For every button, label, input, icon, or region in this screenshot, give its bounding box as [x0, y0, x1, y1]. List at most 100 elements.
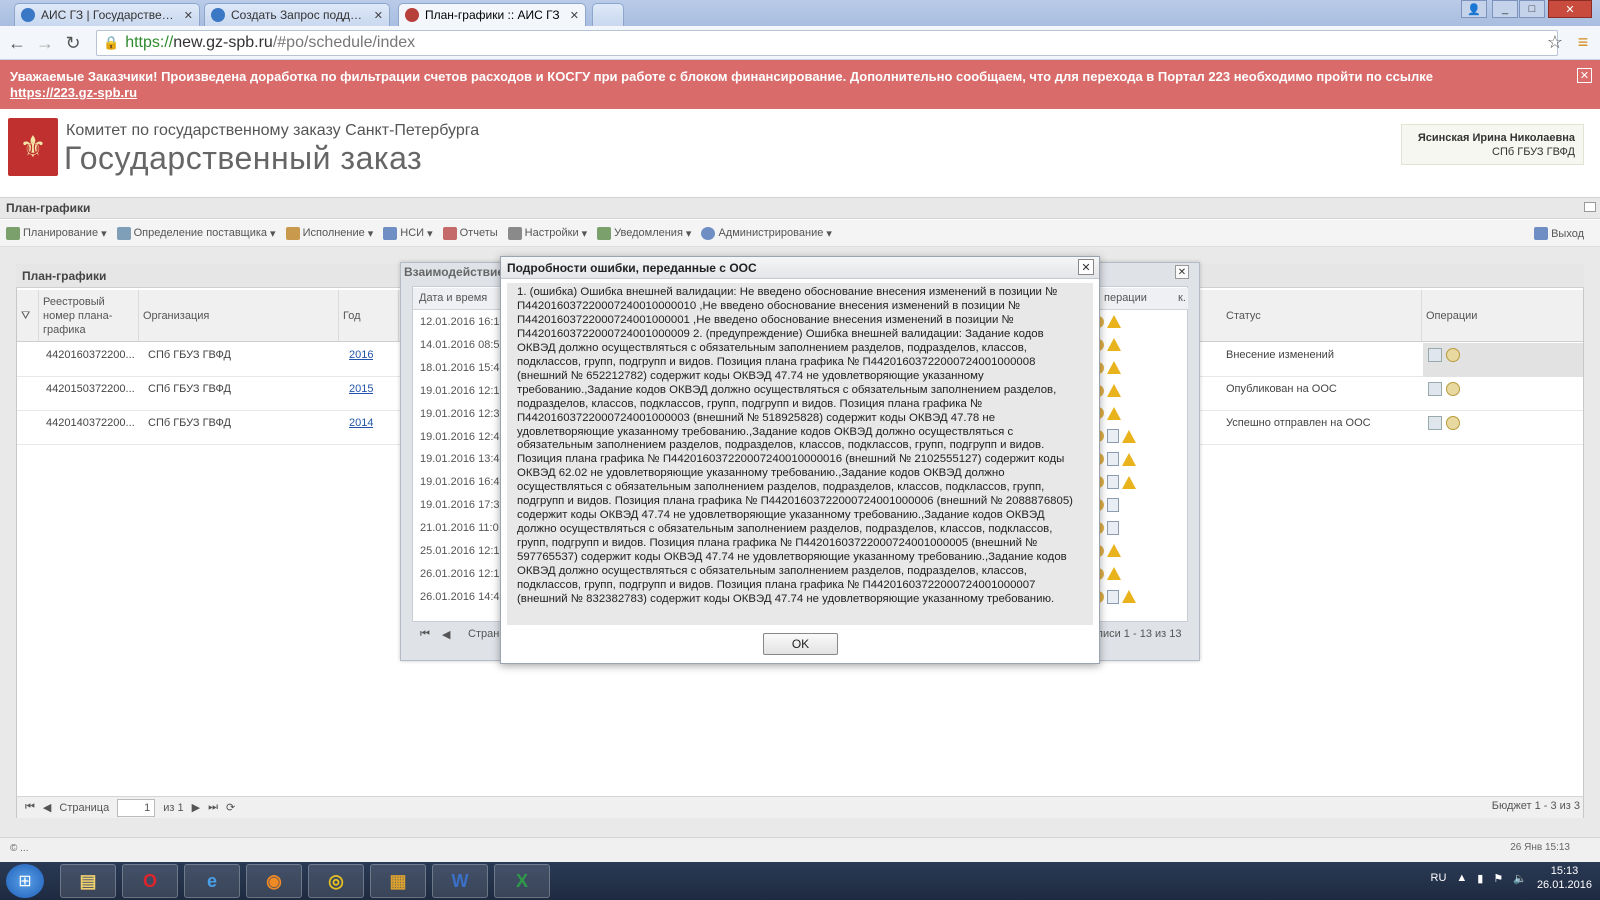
tray-expand-icon[interactable]: ▲: [1456, 872, 1467, 884]
document-icon[interactable]: [1107, 589, 1119, 604]
prev-page-icon[interactable]: ◀: [442, 628, 450, 641]
year-link[interactable]: 2015: [349, 383, 373, 395]
year-link[interactable]: 2014: [349, 417, 373, 429]
explorer-icon[interactable]: ▤: [60, 864, 116, 898]
chrome-icon[interactable]: ◎: [308, 864, 364, 898]
banner-close-icon[interactable]: ✕: [1577, 68, 1592, 83]
filter-icon[interactable]: ⛛: [17, 290, 39, 342]
document-icon[interactable]: [1428, 348, 1442, 362]
opera-icon[interactable]: O: [122, 864, 178, 898]
warning-icon[interactable]: [1122, 452, 1136, 466]
year-link[interactable]: 2016: [349, 349, 373, 361]
document-icon[interactable]: [1107, 475, 1119, 490]
document-icon[interactable]: [1107, 520, 1119, 535]
warning-icon[interactable]: [1107, 406, 1121, 420]
window-close-icon[interactable]: ✕: [1548, 0, 1592, 18]
row-number: 4420140372200...: [46, 417, 135, 429]
emblem-icon[interactable]: [1446, 348, 1460, 362]
col-org[interactable]: Организация: [139, 290, 339, 342]
emblem-icon[interactable]: [1446, 416, 1460, 430]
warning-icon[interactable]: [1107, 361, 1121, 375]
close-tab-icon[interactable]: ✕: [374, 9, 383, 22]
document-icon[interactable]: [1428, 382, 1442, 396]
col-ops[interactable]: Операции: [1422, 290, 1583, 342]
document-icon[interactable]: [1107, 498, 1119, 513]
menu-notifications[interactable]: Уведомления ▾: [597, 226, 691, 240]
col-number[interactable]: Реестровый номер плана-графика: [39, 290, 139, 342]
dialog-close-icon[interactable]: ✕: [1078, 259, 1094, 275]
language-indicator[interactable]: RU: [1431, 872, 1447, 884]
word-icon[interactable]: W: [432, 864, 488, 898]
portal-223-link[interactable]: https://223.gz-spb.ru: [10, 85, 137, 100]
forward-icon[interactable]: →: [34, 32, 56, 54]
interaction-date: 21.01.2016 11:0: [420, 522, 499, 535]
first-page-icon[interactable]: ⏮: [420, 628, 430, 641]
document-icon[interactable]: [1107, 429, 1119, 444]
archive-icon[interactable]: ▦: [370, 864, 426, 898]
menu-planning[interactable]: Планирование ▾: [6, 226, 107, 240]
dialog-title: Подробности ошибки, переданные с ООС: [501, 257, 1099, 279]
browser-tab-1[interactable]: АИС ГЗ | Государственны ✕: [14, 3, 200, 26]
prev-page-icon[interactable]: ◀: [43, 801, 51, 814]
flag-icon[interactable]: ⚑: [1493, 872, 1503, 885]
new-tab-button[interactable]: [592, 3, 624, 26]
close-tab-icon[interactable]: ✕: [570, 9, 579, 22]
page-input[interactable]: 1: [117, 798, 156, 817]
col-status[interactable]: Статус: [1222, 290, 1422, 342]
bookmark-star-icon[interactable]: ☆: [1544, 31, 1566, 53]
warning-icon[interactable]: [1107, 315, 1121, 329]
reload-icon[interactable]: ↻: [62, 32, 84, 54]
excel-icon[interactable]: X: [494, 864, 550, 898]
browser-tab-3[interactable]: План-графики :: АИС ГЗ ✕: [398, 3, 586, 26]
logout-button[interactable]: Выход: [1534, 227, 1584, 240]
next-page-icon[interactable]: ▶: [192, 801, 200, 814]
user-icon[interactable]: 👤: [1461, 0, 1487, 18]
warning-icon[interactable]: [1107, 544, 1121, 558]
document-icon[interactable]: [1428, 416, 1442, 430]
menu-supplier[interactable]: Определение поставщика ▾: [116, 226, 276, 240]
user-name: Ясинская Ирина Николаевна: [1417, 132, 1575, 144]
minimize-icon[interactable]: _: [1492, 0, 1518, 18]
browser-tab-2[interactable]: Создать Запрос поддерж ✕: [204, 3, 390, 26]
row-ops: [1428, 416, 1464, 433]
report-icon: [442, 226, 457, 240]
menu-settings[interactable]: Настройки ▾: [507, 226, 587, 240]
volume-icon[interactable]: 🔈: [1513, 872, 1527, 885]
logout-icon: [1534, 227, 1549, 240]
notice-banner: Уважаемые Заказчики! Произведена доработ…: [0, 60, 1600, 109]
col-year[interactable]: Год: [339, 290, 399, 342]
interaction-date: 19.01.2016 12:4: [420, 430, 500, 443]
warning-icon[interactable]: [1107, 567, 1121, 581]
firefox-icon[interactable]: ◉: [246, 864, 302, 898]
clock[interactable]: 15:13 26.01.2016: [1537, 864, 1592, 892]
menu-execution[interactable]: Исполнение ▾: [285, 226, 373, 240]
ie-icon[interactable]: e: [184, 864, 240, 898]
collapse-icon[interactable]: [1584, 202, 1596, 212]
maximize-icon[interactable]: □: [1519, 0, 1545, 18]
first-page-icon[interactable]: ⏮: [25, 801, 35, 814]
row-org: СПб ГБУЗ ГВФД: [148, 383, 231, 395]
menu-icon[interactable]: ≡: [1572, 31, 1594, 53]
warning-icon[interactable]: [1122, 590, 1136, 604]
menu-admin[interactable]: Администрирование ▾: [701, 226, 832, 240]
ok-button[interactable]: OK: [763, 633, 838, 655]
close-tab-icon[interactable]: ✕: [184, 9, 193, 22]
back-icon[interactable]: ←: [6, 32, 28, 54]
menu-reports[interactable]: Отчеты: [442, 226, 498, 240]
address-bar[interactable]: 🔒 https://new.gz-spb.ru/#po/schedule/ind…: [96, 30, 1558, 56]
refresh-icon[interactable]: ⟳: [226, 801, 235, 814]
warning-icon[interactable]: [1107, 338, 1121, 352]
warning-icon[interactable]: [1122, 429, 1136, 443]
col-ops[interactable]: перации: [1098, 288, 1178, 310]
emblem-icon[interactable]: [1446, 382, 1460, 396]
last-page-icon[interactable]: ⏭: [208, 801, 218, 814]
network-icon[interactable]: ▮: [1477, 872, 1483, 885]
interaction-close-icon[interactable]: ✕: [1175, 265, 1189, 279]
document-icon[interactable]: [1107, 452, 1119, 467]
warning-icon[interactable]: [1122, 475, 1136, 489]
warning-icon[interactable]: [1107, 384, 1121, 398]
interaction-date: 19.01.2016 12:3: [420, 407, 500, 420]
start-button-icon[interactable]: ⊞: [6, 864, 44, 898]
menu-nsi[interactable]: НСИ ▾: [383, 226, 433, 240]
col-date[interactable]: Дата и время: [413, 288, 503, 310]
